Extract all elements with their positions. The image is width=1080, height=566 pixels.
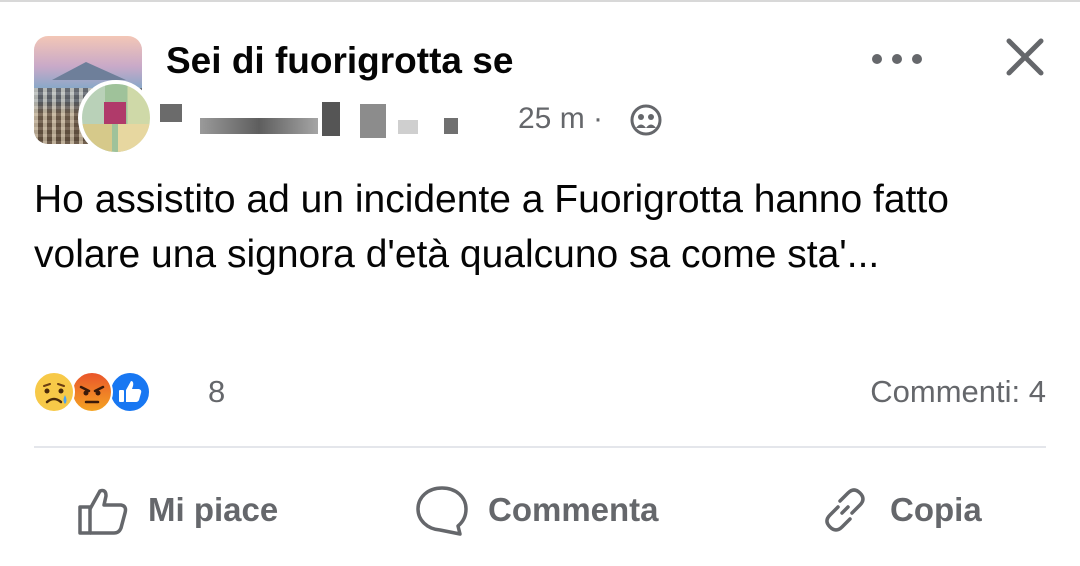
post-time[interactable]: 25 m ·	[518, 102, 603, 136]
redacted-author-name	[322, 102, 340, 136]
comments-count[interactable]: Commenti: 4	[870, 374, 1046, 410]
comment-label: Commenta	[488, 491, 659, 528]
user-avatar[interactable]	[78, 80, 154, 156]
sad-emoji-icon	[33, 371, 75, 413]
like-button[interactable]: Mi piace	[76, 478, 278, 542]
dot-icon	[872, 54, 882, 64]
avatar-landscape	[52, 62, 126, 80]
like-reaction-icon	[109, 371, 151, 413]
dot-icon	[912, 54, 922, 64]
actions-divider	[34, 446, 1046, 448]
reactions-summary[interactable]: 8	[32, 370, 232, 416]
dot-icon	[892, 54, 902, 64]
comment-bubble-icon	[416, 486, 468, 536]
link-icon	[825, 488, 865, 532]
angry-emoji-icon	[71, 371, 113, 413]
more-options-button[interactable]	[872, 44, 922, 74]
group-audience-icon[interactable]	[630, 104, 662, 136]
copy-label: Copia	[890, 491, 982, 528]
post-text: Ho assistito ad un incidente a Fuorigrot…	[34, 178, 949, 276]
redacted-author-name	[200, 118, 318, 134]
redacted-author-name	[160, 104, 182, 122]
comment-button[interactable]: Commenta	[414, 478, 659, 542]
avatar-pixel	[82, 124, 112, 152]
avatar-pixel	[104, 102, 126, 124]
close-icon[interactable]	[1003, 35, 1047, 79]
redacted-author-name	[444, 118, 458, 134]
reaction-count: 8	[208, 374, 226, 409]
group-name[interactable]: Sei di fuorigrotta se	[166, 40, 513, 82]
post-meta: 25 m ·	[160, 98, 680, 142]
avatar-pixel	[118, 124, 150, 152]
top-divider	[0, 0, 1080, 2]
redacted-author-name	[360, 104, 386, 138]
redacted-author-name	[398, 120, 418, 134]
copy-link-button[interactable]: Copia	[818, 478, 982, 542]
like-label: Mi piace	[148, 491, 279, 528]
thumbs-up-icon	[78, 488, 128, 535]
